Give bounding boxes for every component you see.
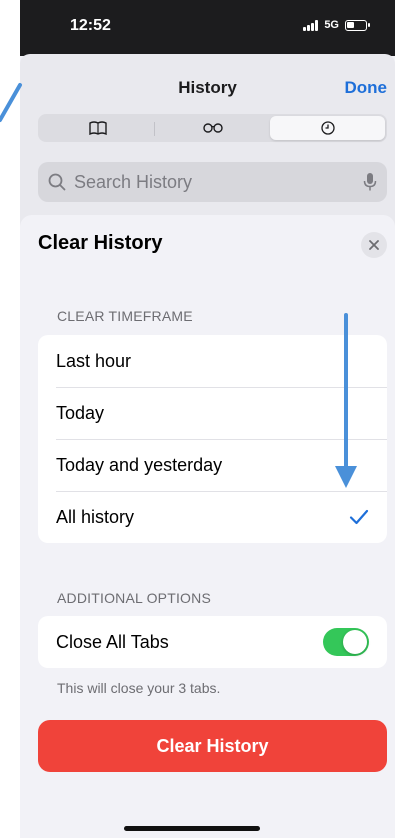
- checkmark-icon: [349, 509, 369, 525]
- timeframe-list: Last hour Today Today and yesterday All …: [38, 335, 387, 543]
- timeframe-label: Today and yesterday: [56, 454, 223, 475]
- close-all-tabs-label: Close All Tabs: [56, 631, 169, 652]
- search-placeholder: Search History: [74, 171, 193, 192]
- close-icon: [369, 240, 379, 250]
- status-indicators: 5G: [303, 19, 370, 31]
- phone-screen: 12:52 5G History Done Search History Cle…: [0, 0, 395, 838]
- additional-options-list: Close All Tabs: [38, 616, 387, 668]
- app-container: 12:52 5G History Done Search History Cle…: [20, 0, 395, 838]
- timeframe-option-today[interactable]: Today: [38, 387, 387, 439]
- status-time: 12:52: [70, 17, 111, 34]
- book-icon: [88, 121, 107, 135]
- timeframe-option-today-and-yesterday[interactable]: Today and yesterday: [38, 439, 387, 491]
- microphone-icon[interactable]: [363, 172, 377, 192]
- clear-history-modal: Clear History CLEAR TIMEFRAME Last hour …: [20, 215, 395, 838]
- segment-reading-list[interactable]: [155, 116, 270, 140]
- timeframe-option-last-hour[interactable]: Last hour: [38, 335, 387, 387]
- home-indicator: [124, 826, 260, 831]
- battery-icon: [345, 19, 370, 31]
- timeframe-section-header: CLEAR TIMEFRAME: [57, 308, 193, 324]
- status-bar: 12:52 5G: [20, 0, 395, 56]
- toggle-knob: [343, 630, 367, 654]
- network-type: 5G: [324, 19, 339, 31]
- annotation-arrow-top-left: [0, 83, 22, 122]
- segment-bookmarks[interactable]: [40, 116, 155, 140]
- search-icon: [48, 173, 66, 191]
- history-title: History: [178, 78, 237, 97]
- history-search-field[interactable]: Search History: [38, 162, 387, 202]
- timeframe-label: Last hour: [56, 350, 132, 371]
- timeframe-label: Today: [56, 402, 105, 423]
- close-all-tabs-toggle[interactable]: [323, 628, 369, 656]
- close-button[interactable]: [361, 232, 387, 258]
- modal-title: Clear History: [38, 232, 163, 254]
- segment-history[interactable]: [270, 116, 385, 140]
- clear-history-button[interactable]: Clear History: [38, 720, 387, 772]
- done-button[interactable]: Done: [345, 78, 388, 98]
- timeframe-label: All history: [56, 506, 135, 527]
- reading-glasses-icon: [202, 123, 223, 133]
- clock-icon: [320, 121, 335, 135]
- history-segmented-control: [38, 114, 387, 142]
- close-all-tabs-row: Close All Tabs: [38, 616, 387, 668]
- additional-options-header: ADDITIONAL OPTIONS: [57, 590, 211, 606]
- cellular-signal-icon: [303, 19, 319, 31]
- timeframe-option-all-history[interactable]: All history: [38, 491, 387, 543]
- close-tabs-note: This will close your 3 tabs.: [57, 680, 221, 696]
